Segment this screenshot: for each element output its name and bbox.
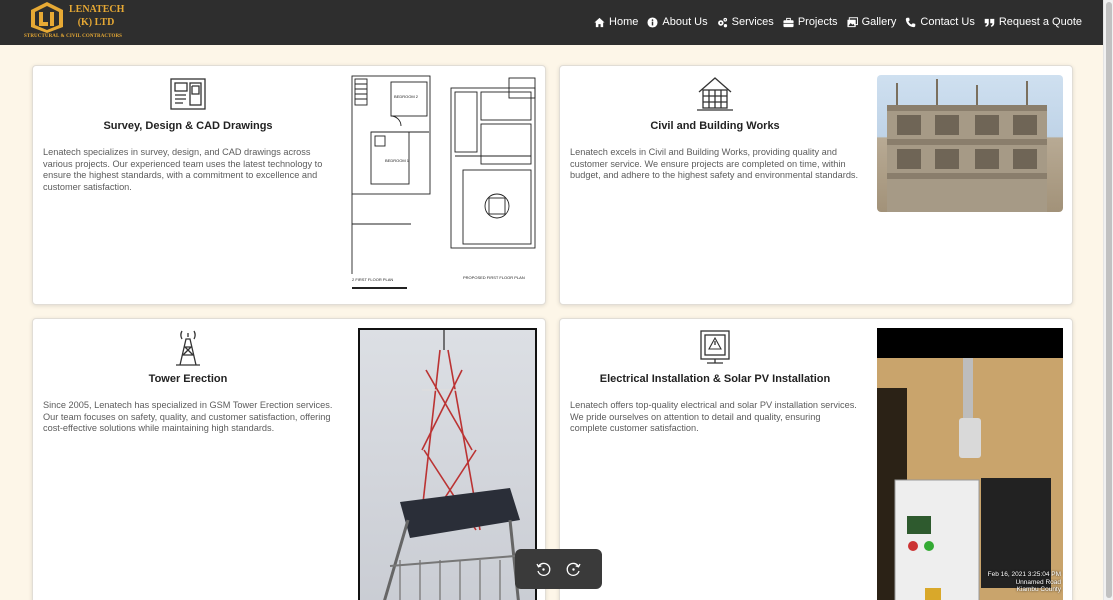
rotate-left-icon bbox=[536, 562, 551, 577]
service-description: Lenatech specializes in survey, design, … bbox=[43, 147, 323, 192]
info-icon bbox=[647, 16, 658, 28]
brand-name: LENATECH (K) LTD bbox=[69, 3, 125, 29]
nav-contact[interactable]: Contact Us bbox=[905, 16, 975, 28]
rotate-right-button[interactable] bbox=[566, 561, 582, 577]
nav-gallery[interactable]: Gallery bbox=[847, 16, 897, 28]
service-card-electrical: Electrical Installation & Solar PV Insta… bbox=[559, 318, 1073, 600]
service-card-body: Civil and Building Works Lenatech excels… bbox=[570, 74, 860, 182]
service-title: Electrical Installation & Solar PV Insta… bbox=[599, 373, 831, 385]
logo[interactable]: LENATECH (K) LTD STRUCTURAL & CIVIL CONT… bbox=[24, 0, 136, 44]
briefcase-icon bbox=[783, 17, 794, 27]
main-nav: Home About Us Services Projects Gallery … bbox=[594, 16, 1082, 28]
nav-services[interactable]: Services bbox=[717, 16, 774, 28]
plan-label-bedroom2: BEDROOM 2 bbox=[394, 94, 419, 99]
cogs-icon bbox=[717, 17, 727, 27]
building-construction-image[interactable] bbox=[877, 75, 1063, 212]
rotate-right-icon bbox=[566, 562, 581, 577]
photo-timestamp-line1: Feb 16, 2021 3:25:04 PM bbox=[987, 571, 1061, 578]
logo-mark-icon bbox=[31, 2, 63, 33]
nav-quote-label: Request a Quote bbox=[998, 16, 1082, 28]
nav-projects-label: Projects bbox=[797, 16, 838, 28]
home-icon bbox=[594, 17, 605, 27]
images-icon bbox=[847, 16, 858, 27]
brand-tagline: STRUCTURAL & CIVIL CONTRACTORS bbox=[24, 34, 123, 39]
service-card-body: Tower Erection Since 2005, Lenatech has … bbox=[43, 327, 333, 435]
blueprint-icon bbox=[170, 78, 206, 110]
plan-label-first-floor: 2 FIRST FLOOR PLAN bbox=[352, 277, 394, 282]
nav-contact-label: Contact Us bbox=[920, 16, 975, 28]
service-title: Tower Erection bbox=[148, 373, 228, 385]
tower-image[interactable] bbox=[358, 328, 537, 600]
quote-icon bbox=[984, 18, 995, 27]
service-card-survey: Survey, Design & CAD Drawings Lenatech s… bbox=[32, 65, 546, 305]
service-description: Since 2005, Lenatech has specialized in … bbox=[43, 400, 333, 434]
phone-icon bbox=[906, 17, 916, 27]
service-description: Lenatech offers top-quality electrical a… bbox=[570, 400, 857, 434]
nav-home-label: Home bbox=[609, 16, 639, 28]
electrical-panel-icon bbox=[700, 330, 730, 364]
floor-plan-image[interactable]: BEDROOM 2 BEDROOM 1 2 FIRST FLOOR PLAN P… bbox=[351, 74, 537, 300]
scrollbar-thumb[interactable] bbox=[1106, 2, 1112, 598]
nav-about[interactable]: About Us bbox=[647, 16, 708, 28]
nav-about-label: About Us bbox=[662, 16, 708, 28]
service-card-body: Survey, Design & CAD Drawings Lenatech s… bbox=[43, 74, 333, 193]
page-scrollbar[interactable] bbox=[1103, 0, 1113, 600]
service-title: Survey, Design & CAD Drawings bbox=[103, 120, 273, 132]
house-construction-icon bbox=[697, 77, 733, 111]
plan-label-bedroom1: BEDROOM 1 bbox=[385, 158, 410, 163]
brand-name-line1: LENATECH bbox=[69, 4, 125, 15]
plan-label-proposed: PROPOSED FIRST FLOOR PLAN bbox=[463, 275, 525, 280]
navbar: LENATECH (K) LTD STRUCTURAL & CIVIL CONT… bbox=[0, 0, 1103, 45]
service-description: Lenatech excels in Civil and Building Wo… bbox=[570, 147, 859, 181]
tower-icon bbox=[176, 330, 200, 366]
service-title: Civil and Building Works bbox=[650, 120, 780, 132]
photo-timestamp-line2: Unnamed Road bbox=[1015, 578, 1061, 586]
brand-name-line2: (K) LTD bbox=[77, 17, 115, 28]
nav-projects[interactable]: Projects bbox=[783, 16, 838, 28]
rotate-left-button[interactable] bbox=[535, 561, 551, 577]
service-card-body: Electrical Installation & Solar PV Insta… bbox=[570, 327, 860, 435]
nav-gallery-label: Gallery bbox=[861, 16, 897, 28]
image-rotate-toolbar bbox=[515, 549, 602, 589]
service-card-civil: Civil and Building Works Lenatech excels… bbox=[559, 65, 1073, 305]
photo-timestamp-line3: Kiambu County bbox=[1016, 586, 1061, 593]
service-card-tower: Tower Erection Since 2005, Lenatech has … bbox=[32, 318, 546, 600]
nav-quote[interactable]: Request a Quote bbox=[984, 16, 1082, 28]
generator-image[interactable]: Feb 16, 2021 3:25:04 PM Unnamed Road Kia… bbox=[877, 328, 1063, 600]
nav-services-label: Services bbox=[731, 16, 774, 28]
photo-timestamp: Feb 16, 2021 3:25:04 PM Unnamed Road Kia… bbox=[988, 571, 1061, 594]
nav-home[interactable]: Home bbox=[594, 16, 638, 28]
